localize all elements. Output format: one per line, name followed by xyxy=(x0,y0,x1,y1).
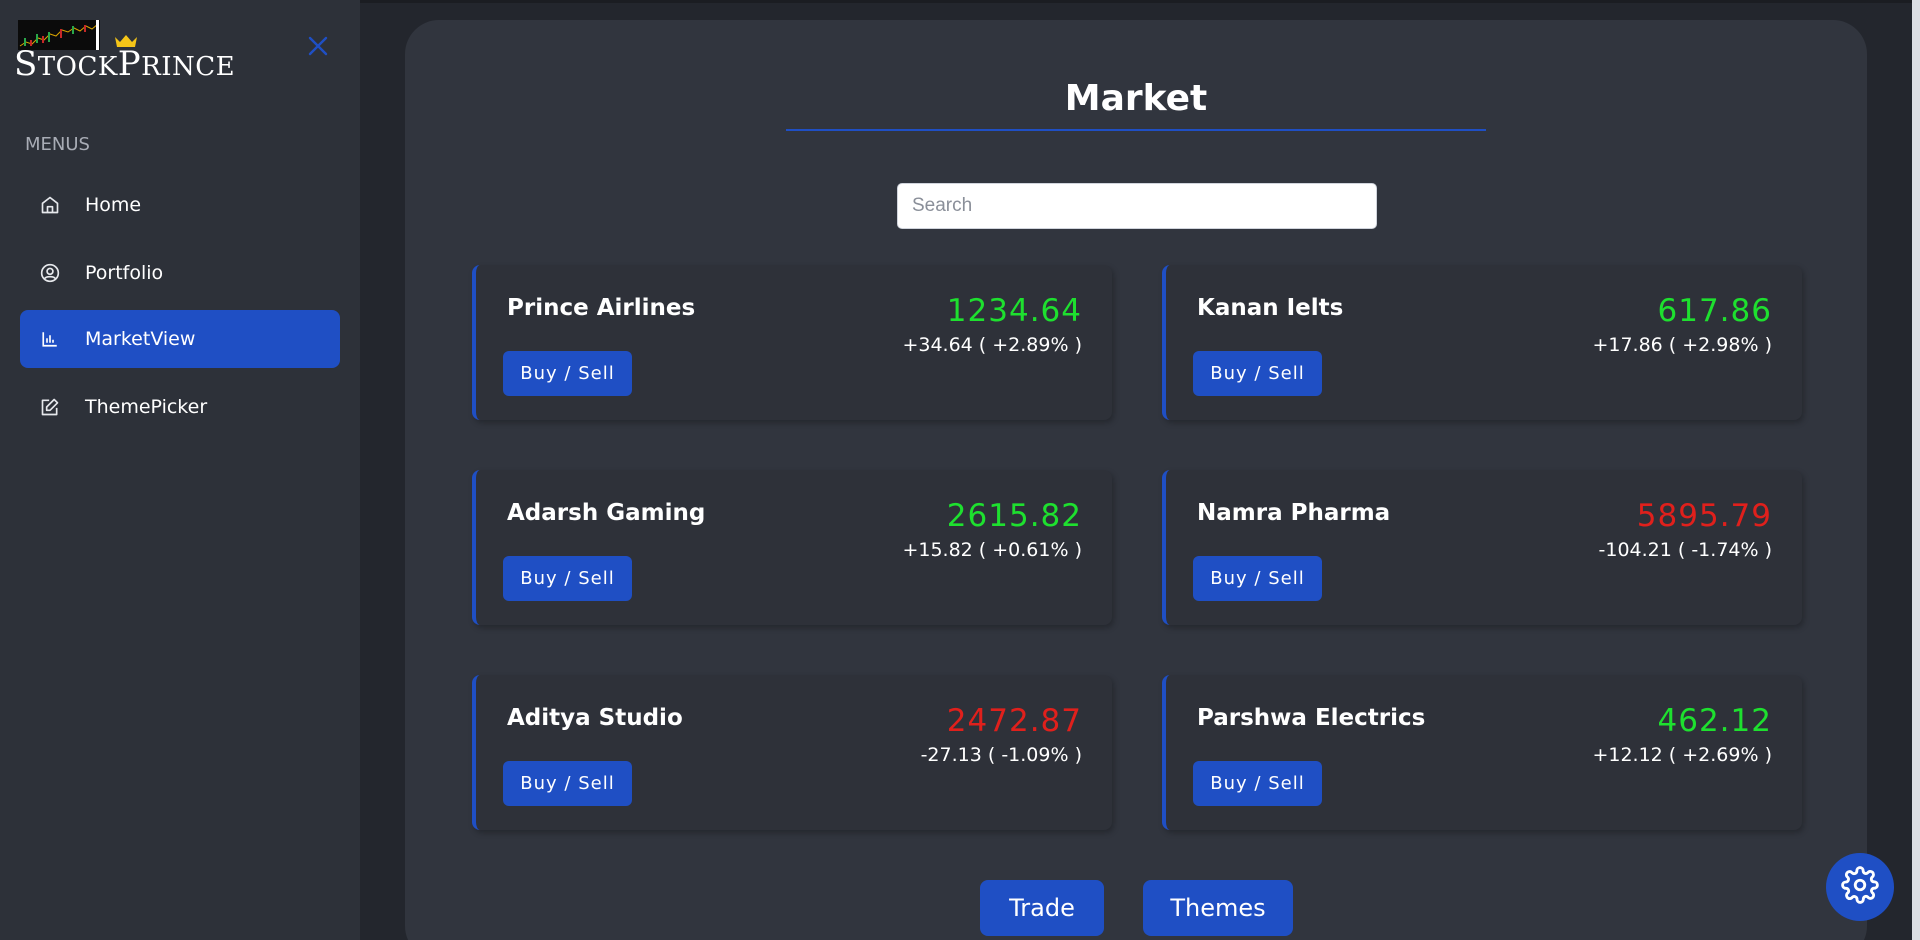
stock-name: Aditya Studio xyxy=(507,705,683,731)
sidebar-item-label: MarketView xyxy=(85,328,196,350)
edit-icon xyxy=(40,397,60,417)
gear-icon xyxy=(1841,866,1879,908)
stock-price: 462.12 xyxy=(1657,703,1772,739)
stock-card: Kanan Ielts 617.86 +17.86 ( +2.98% ) Buy… xyxy=(1162,265,1802,420)
market-panel: Market Prince Airlines 1234.64 +34.64 ( … xyxy=(405,20,1867,940)
stock-price: 5895.79 xyxy=(1636,498,1772,534)
stock-card: Parshwa Electrics 462.12 +12.12 ( +2.69%… xyxy=(1162,675,1802,830)
sidebar: STOCKPRINCE MENUS Home Portfolio MarketV… xyxy=(0,0,360,940)
stock-card: Adarsh Gaming 2615.82 +15.82 ( +0.61% ) … xyxy=(472,470,1112,625)
stock-card: Namra Pharma 5895.79 -104.21 ( -1.74% ) … xyxy=(1162,470,1802,625)
buy-sell-button[interactable]: Buy / Sell xyxy=(1193,556,1322,601)
sidebar-item-home[interactable]: Home xyxy=(20,176,340,234)
themes-button[interactable]: Themes xyxy=(1143,880,1293,936)
stock-card: Aditya Studio 2472.87 -27.13 ( -1.09% ) … xyxy=(472,675,1112,830)
stock-name: Adarsh Gaming xyxy=(507,500,706,526)
sidebar-item-label: Home xyxy=(85,194,142,216)
home-icon xyxy=(40,195,60,215)
brand-name: STOCKPRINCE xyxy=(14,44,236,84)
stock-name: Kanan Ielts xyxy=(1197,295,1344,321)
brand-logo[interactable]: STOCKPRINCE xyxy=(14,18,235,84)
stock-name: Parshwa Electrics xyxy=(1197,705,1426,731)
stock-change: +34.64 ( +2.89% ) xyxy=(902,334,1082,356)
stock-name: Prince Airlines xyxy=(507,295,696,321)
stock-price: 1234.64 xyxy=(946,293,1082,329)
sidebar-item-themepicker[interactable]: ThemePicker xyxy=(20,378,340,436)
sidebar-item-label: ThemePicker xyxy=(85,396,208,418)
page-title: Market xyxy=(1064,78,1208,119)
sidebar-item-marketview[interactable]: MarketView xyxy=(20,310,340,368)
title-underline xyxy=(786,129,1486,131)
buy-sell-button[interactable]: Buy / Sell xyxy=(503,556,632,601)
menus-heading: MENUS xyxy=(25,134,90,155)
trade-button[interactable]: Trade xyxy=(980,880,1104,936)
stock-change: -104.21 ( -1.74% ) xyxy=(1598,539,1773,561)
stock-change: +15.82 ( +0.61% ) xyxy=(902,539,1082,561)
sidebar-item-portfolio[interactable]: Portfolio xyxy=(20,244,340,302)
buy-sell-button[interactable]: Buy / Sell xyxy=(503,351,632,396)
stock-card: Prince Airlines 1234.64 +34.64 ( +2.89% … xyxy=(472,265,1112,420)
buy-sell-button[interactable]: Buy / Sell xyxy=(1193,351,1322,396)
bar-chart-icon xyxy=(40,329,60,349)
stock-change: +12.12 ( +2.69% ) xyxy=(1592,744,1772,766)
stock-price: 617.86 xyxy=(1657,293,1772,329)
stock-change: +17.86 ( +2.98% ) xyxy=(1592,334,1772,356)
stock-name: Namra Pharma xyxy=(1197,500,1391,526)
window-edge xyxy=(1912,0,1920,940)
buy-sell-button[interactable]: Buy / Sell xyxy=(503,761,632,806)
user-circle-icon xyxy=(40,263,60,283)
settings-button[interactable] xyxy=(1826,853,1894,921)
stock-change: -27.13 ( -1.09% ) xyxy=(920,744,1082,766)
close-icon[interactable] xyxy=(308,34,328,60)
search-input[interactable] xyxy=(897,183,1377,229)
sidebar-item-label: Portfolio xyxy=(85,262,164,284)
stock-price: 2615.82 xyxy=(946,498,1082,534)
stock-price: 2472.87 xyxy=(946,703,1082,739)
buy-sell-button[interactable]: Buy / Sell xyxy=(1193,761,1322,806)
